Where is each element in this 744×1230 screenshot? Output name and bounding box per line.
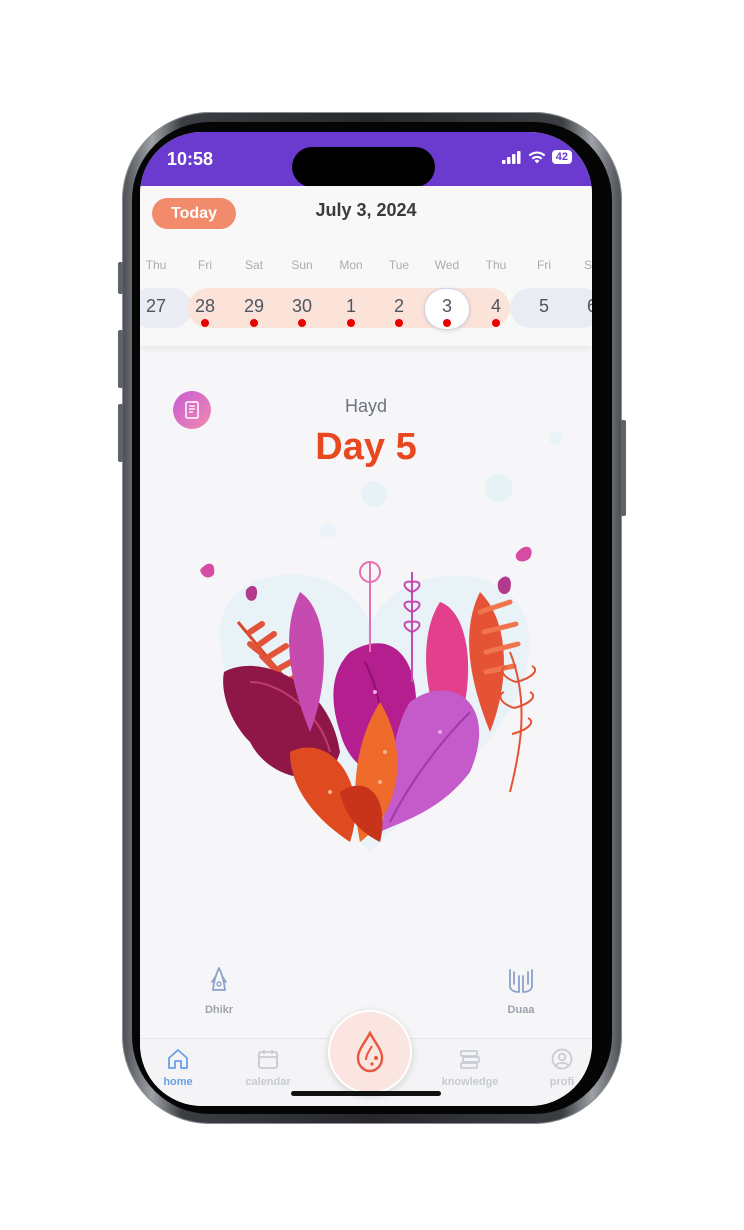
weekday-label: Tue [388, 258, 410, 272]
status-bar: 10:58 42 [140, 132, 592, 187]
dhikr-action[interactable]: Dhikr [184, 964, 254, 1016]
period-dot [492, 319, 500, 327]
home-indicator [291, 1091, 441, 1096]
calendar-day[interactable]: 6 [572, 296, 592, 317]
status-icons: 42 [501, 150, 572, 164]
weekday-label: Fri [198, 258, 212, 272]
cellular-signal-icon [501, 150, 521, 164]
weekday-label: Sat [244, 258, 263, 272]
calendar-day[interactable]: 30 [282, 296, 322, 317]
calendar-day[interactable]: 1 [331, 296, 371, 317]
home-icon [168, 1049, 188, 1069]
period-dot [395, 319, 403, 327]
app-screen: 10:58 42 Today July 3, 2024 Thu Fri Sat [140, 132, 592, 1106]
tab-knowledge-label: knowledge [441, 1076, 499, 1088]
period-dot [250, 319, 258, 327]
battery-indicator: 42 [551, 150, 572, 164]
calendar-day[interactable]: 28 [185, 296, 225, 317]
dhikr-label: Dhikr [204, 1004, 234, 1016]
weekday-label: Mon [339, 258, 363, 272]
calendar-day[interactable]: 4 [476, 296, 516, 317]
wifi-icon [528, 150, 546, 163]
weekday-row: Thu Fri Sat Sun Mon Tue Wed Thu Fri S [140, 258, 592, 274]
tab-home-label: home [163, 1076, 193, 1088]
calendar-day[interactable]: 2 [379, 296, 419, 317]
day-strip: 27 28 29 30 1 2 3 4 5 6 [140, 286, 592, 330]
period-dot [347, 319, 355, 327]
current-date: July 3, 2024 [315, 200, 417, 220]
praying-hands-icon [211, 967, 227, 991]
mute-switch [118, 262, 123, 294]
period-dot [298, 319, 306, 327]
dynamic-island [292, 147, 435, 187]
weekday-label: Fri [537, 258, 551, 272]
duaa-action[interactable]: Duaa [486, 964, 556, 1016]
tab-profile-label: profi [549, 1076, 575, 1088]
volume-up-button [118, 330, 123, 388]
tab-knowledge[interactable]: knowledge [435, 1047, 505, 1088]
calendar-day-selected[interactable]: 3 [427, 296, 467, 317]
books-icon [460, 1050, 480, 1069]
log-flow-button[interactable] [328, 1010, 412, 1094]
duaa-label: Duaa [507, 1004, 535, 1016]
weekday-label: Thu [145, 258, 167, 272]
volume-down-button [118, 404, 123, 462]
floral-illustration [200, 546, 537, 852]
calendar-header: Today July 3, 2024 Thu Fri Sat Sun Mon T… [140, 186, 592, 346]
status-time: 10:58 [167, 149, 214, 169]
weekday-label: Wed [434, 258, 460, 272]
tab-home[interactable]: home [143, 1047, 213, 1088]
tab-calendar[interactable]: calendar [233, 1047, 303, 1088]
period-dot [443, 319, 451, 327]
weekday-label: Sun [291, 258, 313, 272]
period-dot [201, 319, 209, 327]
calendar-icon [258, 1050, 278, 1069]
power-button [621, 420, 626, 516]
weekday-label: S [583, 258, 592, 272]
calendar-day[interactable]: 5 [524, 296, 564, 317]
calendar-day[interactable]: 27 [140, 296, 176, 317]
tab-profile[interactable]: profi [527, 1047, 592, 1088]
profile-icon [551, 1048, 573, 1070]
weekday-label: Thu [485, 258, 507, 272]
blood-drop-icon [356, 1030, 384, 1073]
open-hands-icon [509, 969, 533, 993]
tab-calendar-label: calendar [245, 1076, 291, 1088]
calendar-day[interactable]: 29 [234, 296, 274, 317]
